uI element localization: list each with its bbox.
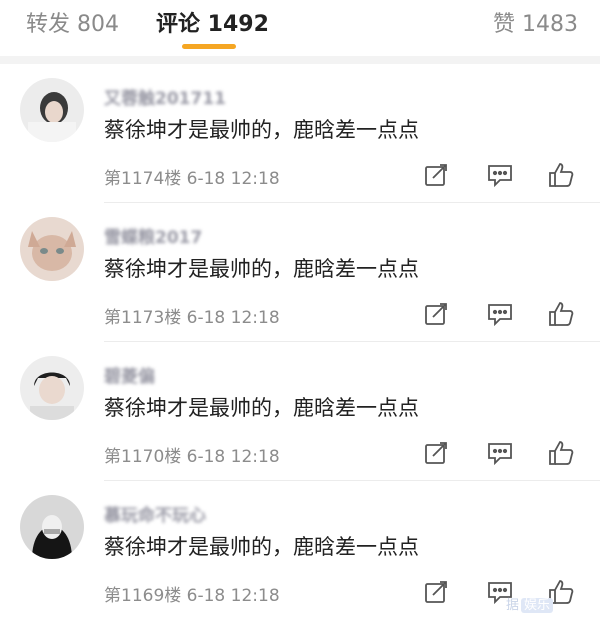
watermark-text: 据 (506, 598, 520, 613)
section-divider (0, 56, 600, 64)
comment-text: 蔡徐坤才是最帅的，鹿晗差一点点 (104, 535, 419, 559)
tab-likes[interactable]: 赞 1483 (493, 6, 578, 38)
avatar[interactable] (20, 217, 84, 281)
thumbs-up-icon[interactable] (546, 299, 576, 329)
share-edit-icon[interactable] (421, 438, 451, 468)
comment-list: 又蓉触201711 蔡徐坤才是最帅的，鹿晗差一点点 第1174楼 6-18 12… (0, 64, 600, 620)
comment-bubble-icon[interactable] (485, 160, 515, 190)
tab-bar: 转发 804 评论 1492 赞 1483 (0, 0, 600, 56)
comment-item: 雪蝶粮2017 蔡徐坤才是最帅的，鹿晗差一点点 第1173楼 6-18 12:1… (0, 203, 600, 342)
comment-bubble-icon[interactable] (485, 299, 515, 329)
active-tab-indicator (182, 44, 236, 49)
share-edit-icon[interactable] (421, 299, 451, 329)
comment-item: 又蓉触201711 蔡徐坤才是最帅的，鹿晗差一点点 第1174楼 6-18 12… (0, 64, 600, 203)
thumbs-up-icon[interactable] (546, 160, 576, 190)
comment-text: 蔡徐坤才是最帅的，鹿晗差一点点 (104, 257, 419, 281)
username[interactable]: 雪蝶粮2017 (104, 223, 202, 248)
share-edit-icon[interactable] (421, 160, 451, 190)
watermark: 据娱乐 (506, 594, 554, 613)
comment-meta: 第1170楼 6-18 12:18 (104, 447, 280, 467)
comment-meta: 第1173楼 6-18 12:18 (104, 308, 280, 328)
comment-text: 蔡徐坤才是最帅的，鹿晗差一点点 (104, 396, 419, 420)
username[interactable]: 又蓉触201711 (104, 84, 226, 109)
comment-item: 碧菱偏 蔡徐坤才是最帅的，鹿晗差一点点 第1170楼 6-18 12:18 (0, 342, 600, 481)
watermark-tag: 娱乐 (521, 598, 554, 613)
comment-text: 蔡徐坤才是最帅的，鹿晗差一点点 (104, 118, 419, 142)
comment-meta: 第1169楼 6-18 12:18 (104, 586, 280, 606)
comment-bubble-icon[interactable] (485, 438, 515, 468)
comment-meta: 第1174楼 6-18 12:18 (104, 169, 280, 189)
avatar[interactable] (20, 78, 84, 142)
username[interactable]: 慕玩命不玩心 (104, 501, 206, 526)
share-edit-icon[interactable] (421, 577, 451, 607)
thumbs-up-icon[interactable] (546, 438, 576, 468)
username[interactable]: 碧菱偏 (104, 362, 155, 387)
avatar[interactable] (20, 495, 84, 559)
tab-comments[interactable]: 评论 1492 (156, 6, 269, 38)
avatar[interactable] (20, 356, 84, 420)
tab-repost[interactable]: 转发 804 (26, 6, 119, 38)
